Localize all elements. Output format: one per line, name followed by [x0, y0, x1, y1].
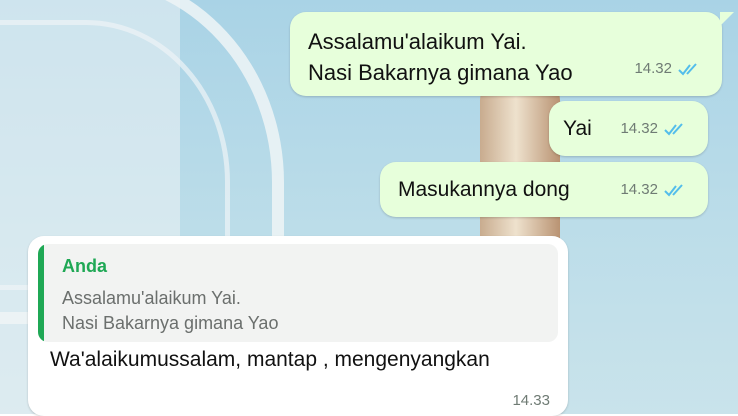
message-meta: 14.32: [634, 53, 700, 84]
double-check-icon: [664, 183, 683, 197]
quoted-author: Anda: [62, 256, 107, 276]
message-meta: 14.32: [620, 174, 686, 205]
message-time: 14.32: [634, 60, 672, 77]
message-time: 14.33: [512, 392, 550, 409]
double-check-icon: [664, 122, 683, 136]
message-time: 14.32: [620, 181, 658, 198]
quoted-message[interactable]: Anda Assalamu'alaikum Yai. Nasi Bakarnya…: [38, 244, 558, 342]
message-meta: 14.32: [620, 113, 686, 144]
double-check-icon: [678, 62, 697, 76]
message-time: 14.32: [620, 120, 658, 137]
bubble-tail: [720, 12, 734, 26]
incoming-message[interactable]: Anda Assalamu'alaikum Yai. Nasi Bakarnya…: [28, 236, 568, 416]
quote-accent-bar: [38, 244, 44, 342]
outgoing-message[interactable]: Masukannya dong 14.32: [380, 162, 708, 217]
quoted-text: Assalamu'alaikum Yai. Nasi Bakarnya gima…: [62, 288, 279, 333]
message-text: Wa'alaikumussalam, mantap , mengenyangka…: [50, 348, 490, 371]
outgoing-message[interactable]: Yai 14.32: [549, 101, 708, 156]
outgoing-message[interactable]: Assalamu'alaikum Yai. Nasi Bakarnya gima…: [290, 12, 734, 96]
